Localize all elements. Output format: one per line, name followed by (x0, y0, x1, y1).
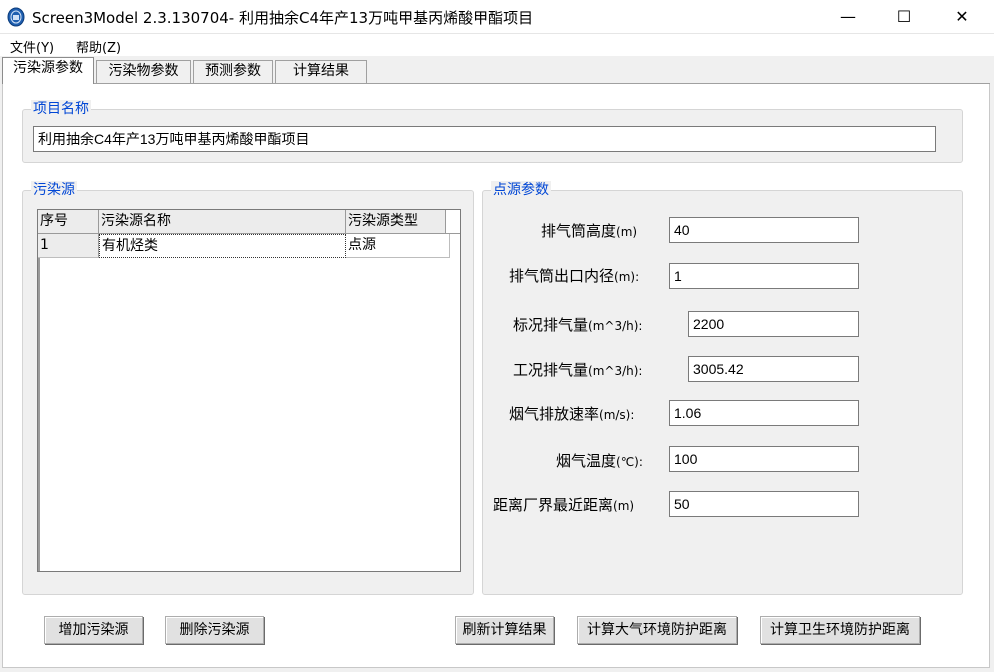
param-label-boundary-distance: 距离厂界最近距离(m) (493, 496, 635, 514)
param-label-standard-flow: 标况排气量(m^3/h): (513, 316, 643, 334)
grid-header-end (446, 210, 460, 234)
calc-health-distance-button[interactable]: 计算卫生环境防护距离 (760, 616, 920, 644)
col-header-type[interactable]: 污染源类型 (346, 210, 446, 234)
delete-source-button[interactable]: 删除污染源 (165, 616, 264, 644)
gas-temperature-input[interactable]: 100 (669, 446, 859, 472)
pollution-source-group: 污染源 序号 污染源名称 污染源类型 1 有机烃类 点源 (22, 181, 474, 595)
tab-prediction-params[interactable]: 预测参数 (193, 60, 273, 83)
table-cell-source-type[interactable]: 点源 (346, 234, 450, 258)
close-button[interactable]: ✕ (939, 0, 985, 34)
table-cell-source-name[interactable]: 有机烃类 (99, 234, 346, 258)
project-name-label: 项目名称 (31, 100, 91, 118)
menu-file[interactable]: 文件(Y) (10, 37, 54, 56)
table-row-index[interactable]: 1 (38, 234, 99, 258)
title-bar: Screen3Model 2.3.130704- 利用抽余C4年产13万吨甲基丙… (0, 0, 994, 34)
tab-divider (2, 83, 990, 84)
standard-flow-input[interactable]: 2200 (688, 311, 859, 337)
menu-bar: 文件(Y) 帮助(Z) (0, 34, 994, 56)
tab-calc-results[interactable]: 计算结果 (275, 60, 367, 83)
gas-velocity-input[interactable]: 1.06 (669, 400, 859, 426)
minimize-button[interactable]: — (825, 0, 871, 34)
tab-pollutant-params[interactable]: 污染物参数 (96, 60, 191, 83)
col-header-index[interactable]: 序号 (38, 210, 99, 234)
boundary-distance-input[interactable]: 50 (669, 491, 859, 517)
param-label-stack-height: 排气筒高度(m) (541, 222, 638, 240)
col-header-name[interactable]: 污染源名称 (99, 210, 346, 234)
stack-height-input[interactable]: 40 (669, 217, 859, 243)
refresh-results-button[interactable]: 刷新计算结果 (455, 616, 554, 644)
point-source-label: 点源参数 (491, 181, 551, 199)
tab-pollution-source-params[interactable]: 污染源参数 (2, 57, 94, 84)
point-source-group: 点源参数 排气筒高度(m) 40 排气筒出口内径(m): 1 标况排气量(m^3… (482, 181, 963, 595)
param-label-gas-velocity: 烟气排放速率(m/s): (509, 405, 635, 423)
pollution-source-label: 污染源 (31, 181, 77, 199)
param-label-stack-diameter: 排气筒出口内径(m): (509, 267, 640, 285)
window-title: Screen3Model 2.3.130704- 利用抽余C4年产13万吨甲基丙… (32, 9, 534, 27)
project-name-input[interactable]: 利用抽余C4年产13万吨甲基丙烯酸甲酯项目 (33, 126, 936, 152)
source-grid[interactable]: 序号 污染源名称 污染源类型 1 有机烃类 点源 (37, 209, 461, 572)
maximize-button[interactable]: ☐ (881, 0, 927, 34)
calc-air-distance-button[interactable]: 计算大气环境防护距离 (577, 616, 737, 644)
project-name-group: 项目名称 利用抽余C4年产13万吨甲基丙烯酸甲酯项目 (22, 100, 963, 163)
grid-row-header-edge (38, 258, 40, 571)
stack-diameter-input[interactable]: 1 (669, 263, 859, 289)
add-source-button[interactable]: 增加污染源 (44, 616, 143, 644)
param-label-working-flow: 工况排气量(m^3/h): (513, 361, 643, 379)
app-logo-icon (7, 7, 25, 27)
param-label-gas-temperature: 烟气温度(℃): (556, 452, 643, 470)
working-flow-input[interactable]: 3005.42 (688, 356, 859, 382)
menu-help[interactable]: 帮助(Z) (76, 37, 121, 56)
